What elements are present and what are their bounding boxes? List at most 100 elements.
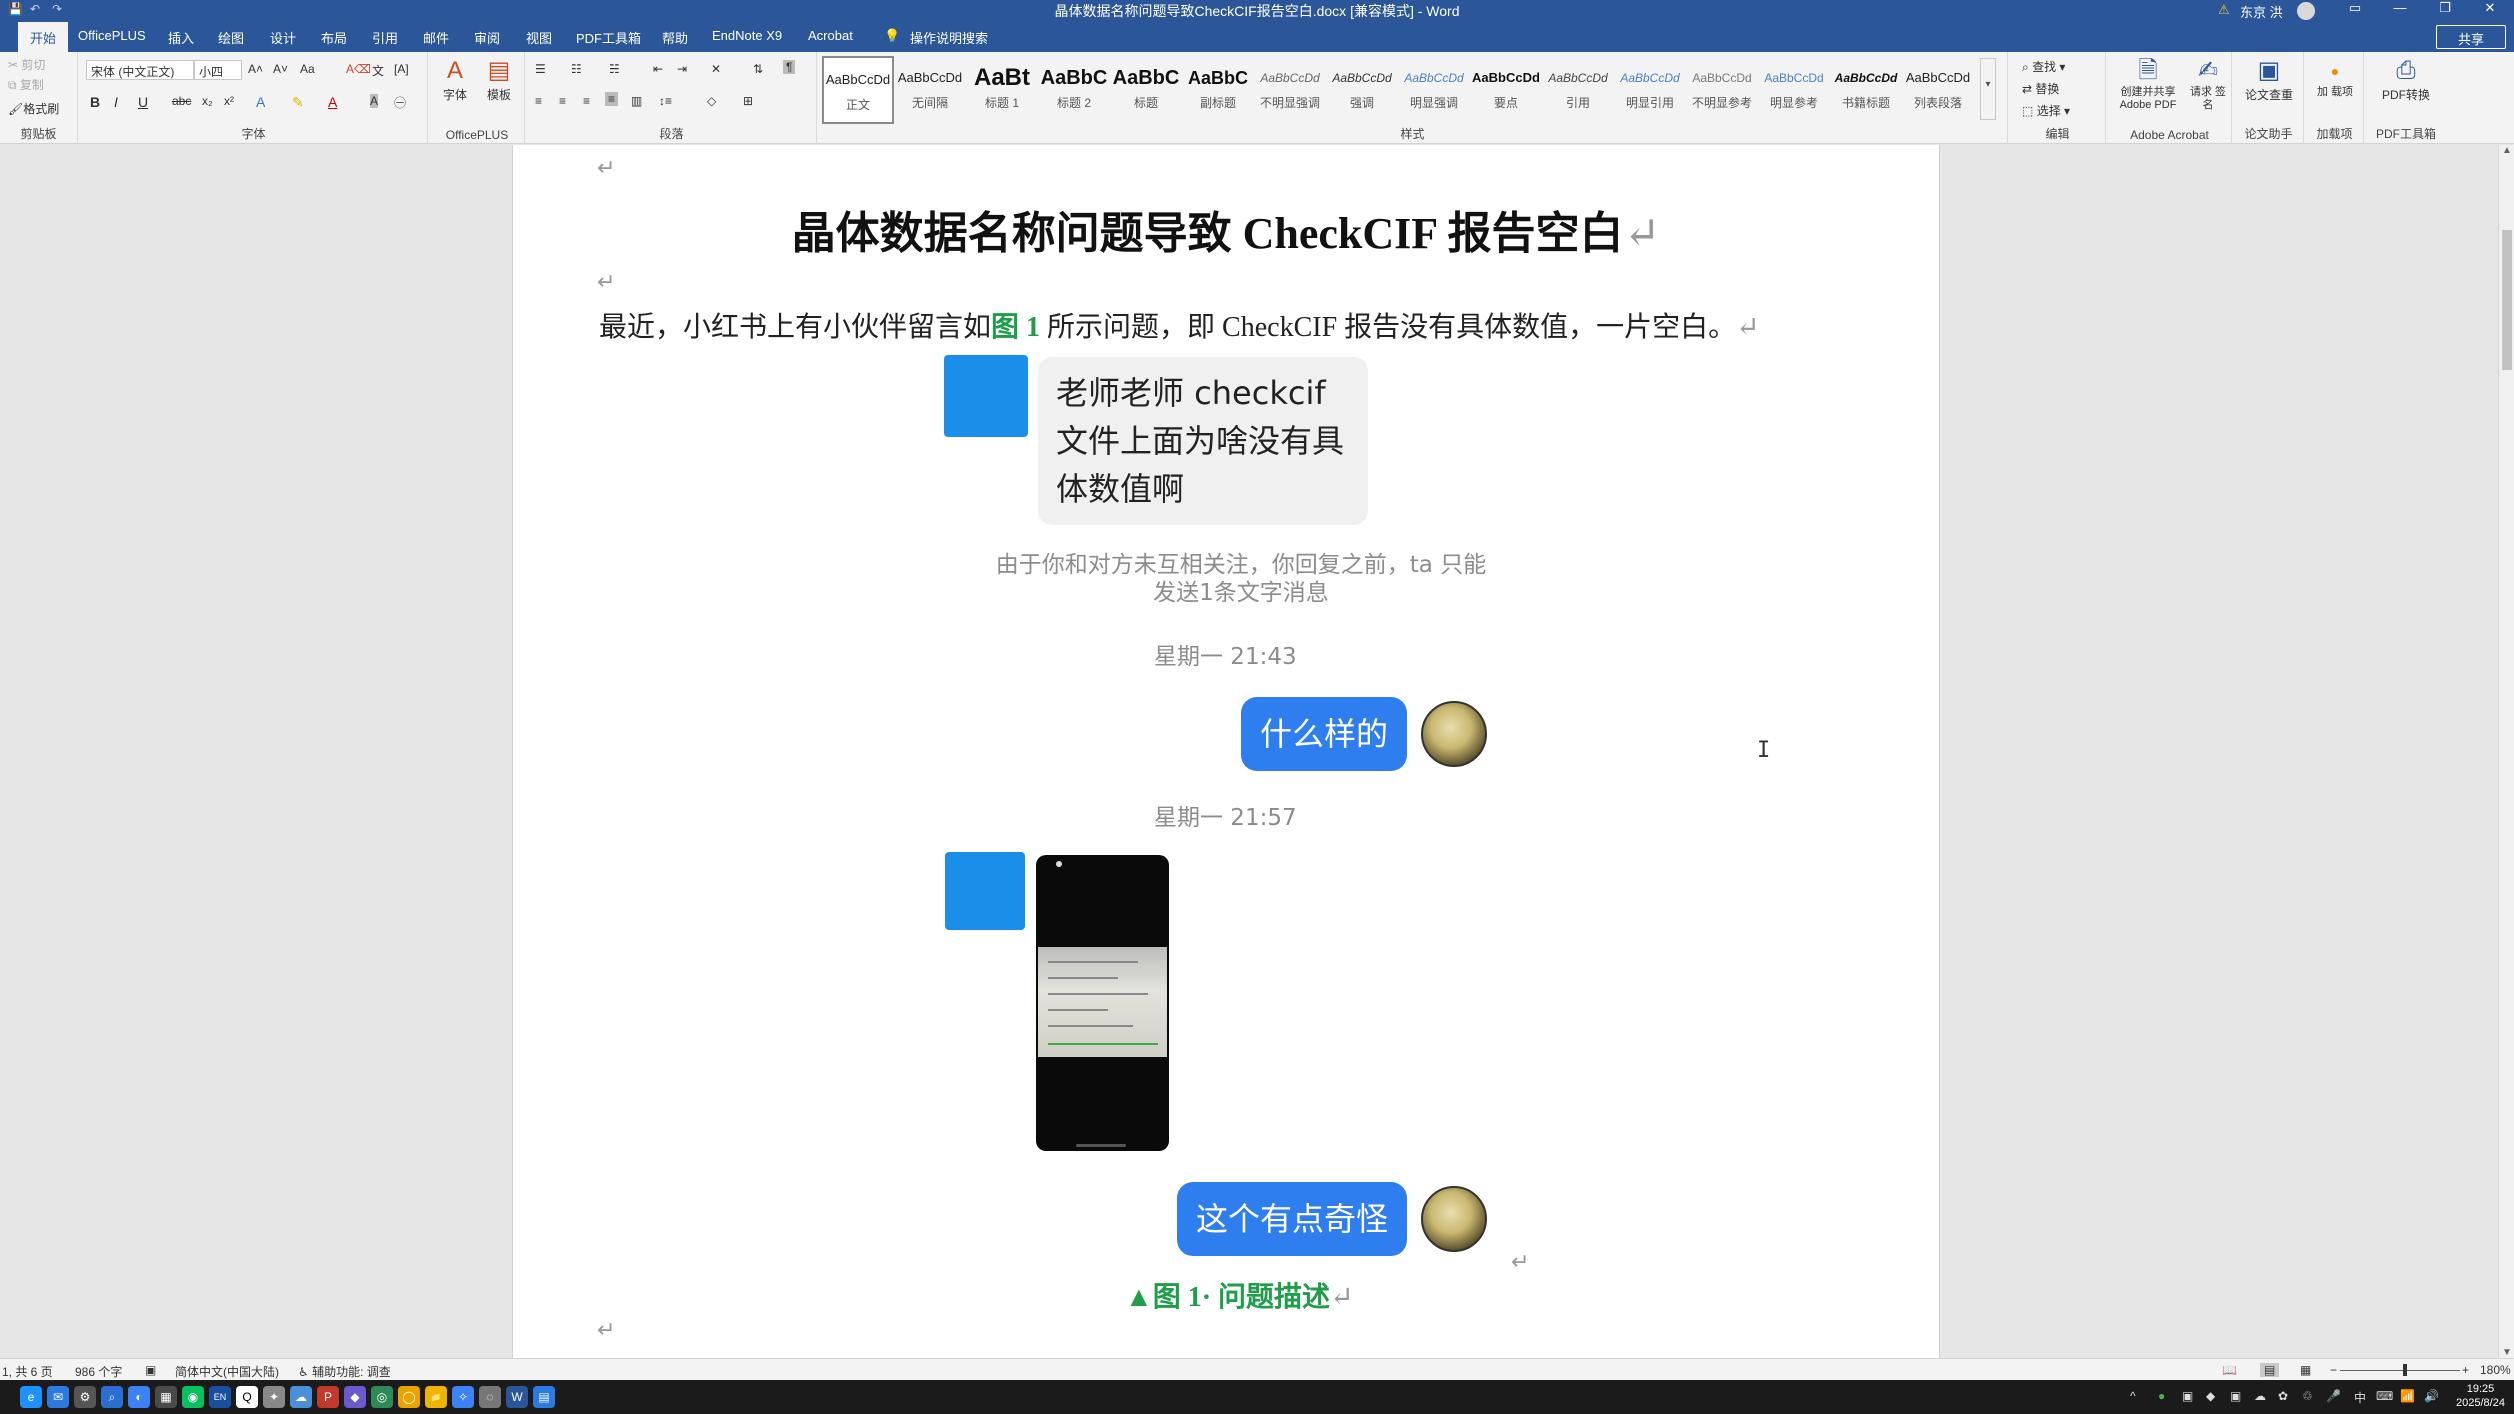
page-count[interactable]: 1, 共 6 页 [2,1363,53,1380]
tab-help[interactable]: 帮助 [662,28,688,47]
clear-format-icon[interactable]: A⌫ [346,62,371,76]
font-name-select[interactable]: 宋体 (中文正文) [86,60,194,80]
strikethrough-icon[interactable]: abc [172,94,191,108]
style-item[interactable]: AaBbC 标题 [1110,56,1182,124]
pdf-convert-button[interactable]: ⎙ PDF转换 [2370,56,2442,103]
style-item[interactable]: AaBbCcDd 正文 [822,56,894,124]
pdf-icon[interactable]: P [317,1386,339,1408]
italic-icon[interactable]: I [114,94,118,110]
underline-icon[interactable]: U [138,94,148,110]
scroll-down-icon[interactable]: ▼ [2499,1347,2514,1358]
officeplus-font-button[interactable]: A 字体 [434,56,476,103]
proofing-icon[interactable]: ▣ [145,1363,156,1377]
document-title[interactable]: 晶体数据名称问题导致 CheckCIF 报告空白↵ [513,197,1939,261]
font-color-icon[interactable]: A [328,94,337,110]
tab-references[interactable]: 引用 [372,28,398,47]
style-item[interactable]: AaBbCcDd 明显引用 [1614,56,1686,124]
style-item[interactable]: AaBt 标题 1 [966,56,1038,124]
tab-officeplus[interactable]: OfficePLUS [78,28,146,43]
style-item[interactable]: AaBbCcDd 不明显强调 [1254,56,1326,124]
find-button[interactable]: ⌕ 查找 ▾ [2022,58,2065,75]
tab-endnote[interactable]: EndNote X9 [712,28,782,43]
request-signature-button[interactable]: ✍ 请求 签名 [2188,56,2228,112]
wifi-icon[interactable]: 📶 [2400,1389,2415,1403]
figure-reference[interactable]: 图 1 [991,312,1040,343]
tab-layout[interactable]: 布局 [321,28,347,47]
format-painter-button[interactable]: 🖌格式刷 [8,100,59,117]
notes-icon[interactable]: ▤ [533,1386,555,1408]
font-size-select[interactable]: 小四 [194,60,242,80]
scroll-up-icon[interactable]: ▲ [2499,145,2514,156]
tab-acrobat[interactable]: Acrobat [808,28,853,43]
text-effects-icon[interactable]: A [256,94,265,110]
tray-app-icon[interactable]: ▣ [2182,1389,2193,1403]
paper-check-button[interactable]: ▣ 论文查重 [2238,56,2300,103]
show-hidden-icons-icon[interactable]: ^ [2130,1389,2136,1403]
bullets-icon[interactable]: ☰ [535,62,546,76]
style-item[interactable]: AaBbCcDd 无间隔 [894,56,966,124]
distributed-icon[interactable]: ▥ [631,94,642,108]
tray-app-icon[interactable]: ♲ [2302,1389,2313,1403]
shrink-font-icon[interactable]: A˅ [273,62,288,76]
change-case-icon[interactable]: Aa [300,62,315,76]
highlight-icon[interactable]: ✎ [292,94,304,111]
restore-button[interactable]: ❐ [2425,0,2465,22]
clock[interactable]: 19:25 2025/8/24 [2456,1382,2505,1410]
style-item[interactable]: AaBbCcDd 列表段落 [1902,56,1974,124]
style-item[interactable]: AaBbCcDd 强调 [1326,56,1398,124]
zoom-slider[interactable] [2340,1370,2460,1371]
tray-app-icon[interactable]: ◆ [2206,1389,2215,1403]
vertical-scrollbar[interactable]: ▲ ▼ [2498,145,2514,1358]
app2-icon[interactable]: ◎ [371,1386,393,1408]
show-marks-icon[interactable]: ¶ [783,60,796,74]
tab-pdf-toolbox[interactable]: PDF工具箱 [576,28,641,47]
zoom-out-icon[interactable]: − [2330,1363,2337,1377]
app-icon[interactable]: ✦ [263,1386,285,1408]
tab-insert[interactable]: 插入 [168,28,194,47]
wechat-tray-icon[interactable]: ● [2158,1389,2165,1403]
search-icon[interactable]: ⌕ [101,1386,123,1408]
style-item[interactable]: AaBbCcDd 书籍标题 [1830,56,1902,124]
print-layout-icon[interactable]: ▤ [2260,1363,2280,1377]
line-spacing-icon[interactable]: ↕≡ [659,94,672,108]
word-icon[interactable]: W [506,1386,528,1408]
tab-draw[interactable]: 绘图 [218,28,244,47]
chinese-layout-icon[interactable]: ✕ [711,62,721,76]
read-mode-icon[interactable]: 📖 [2222,1363,2237,1377]
tab-review[interactable]: 审阅 [474,28,500,47]
cut-button[interactable]: ✂ 剪切 [8,56,45,73]
borders-icon[interactable]: ⊞ [743,94,753,108]
style-item[interactable]: AaBbCcDd 明显参考 [1758,56,1830,124]
web-layout-icon[interactable]: ▦ [2300,1363,2311,1377]
close-button[interactable]: ✕ [2470,0,2510,22]
tab-design[interactable]: 设计 [270,28,296,47]
create-share-pdf-button[interactable]: 🗎 创建并共享 Adobe PDF [2110,56,2186,112]
calculator-icon[interactable]: ▦ [155,1386,177,1408]
bold-icon[interactable]: B [90,94,100,110]
qq-icon[interactable]: Q [236,1386,258,1408]
input-language[interactable]: 中 [2354,1389,2366,1406]
tab-home[interactable]: 开始 [18,22,69,52]
app4-icon[interactable]: ◌ [479,1386,501,1408]
decrease-indent-icon[interactable]: ⇤ [653,62,663,76]
replace-button[interactable]: ⇄ 替换 [2022,80,2059,97]
justify-icon[interactable]: ≡ [605,92,619,106]
tray-app-icon[interactable]: ✿ [2278,1389,2288,1403]
share-button[interactable]: 共享 [2436,25,2506,49]
tab-mailings[interactable]: 邮件 [423,28,449,47]
style-item[interactable]: AaBbCcDd 不明显参考 [1686,56,1758,124]
user-avatar[interactable] [2297,2,2315,20]
app3-icon[interactable]: ✧ [452,1386,474,1408]
edge-icon[interactable]: e [20,1386,42,1408]
keyboard-icon[interactable]: ⌨ [2376,1389,2393,1403]
select-button[interactable]: ⬚ 选择 ▾ [2022,102,2070,119]
phonetic-guide-icon[interactable]: 文 [372,62,384,79]
intro-paragraph[interactable]: 最近，小红书上有小伙伴留言如图 1 所示问题，即 CheckCIF 报告没有具体… [599,305,1760,345]
style-item[interactable]: AaBbCcDd 明显强调 [1398,56,1470,124]
endnote-icon[interactable]: EN [209,1386,231,1408]
subscript-icon[interactable]: x₂ [202,94,213,108]
styles-more-icon[interactable]: ▾ [1980,58,1996,120]
style-item[interactable]: AaBbCcDd 要点 [1470,56,1542,124]
chrome-icon[interactable]: ◯ [398,1386,420,1408]
char-border-icon[interactable]: [A] [394,62,409,76]
